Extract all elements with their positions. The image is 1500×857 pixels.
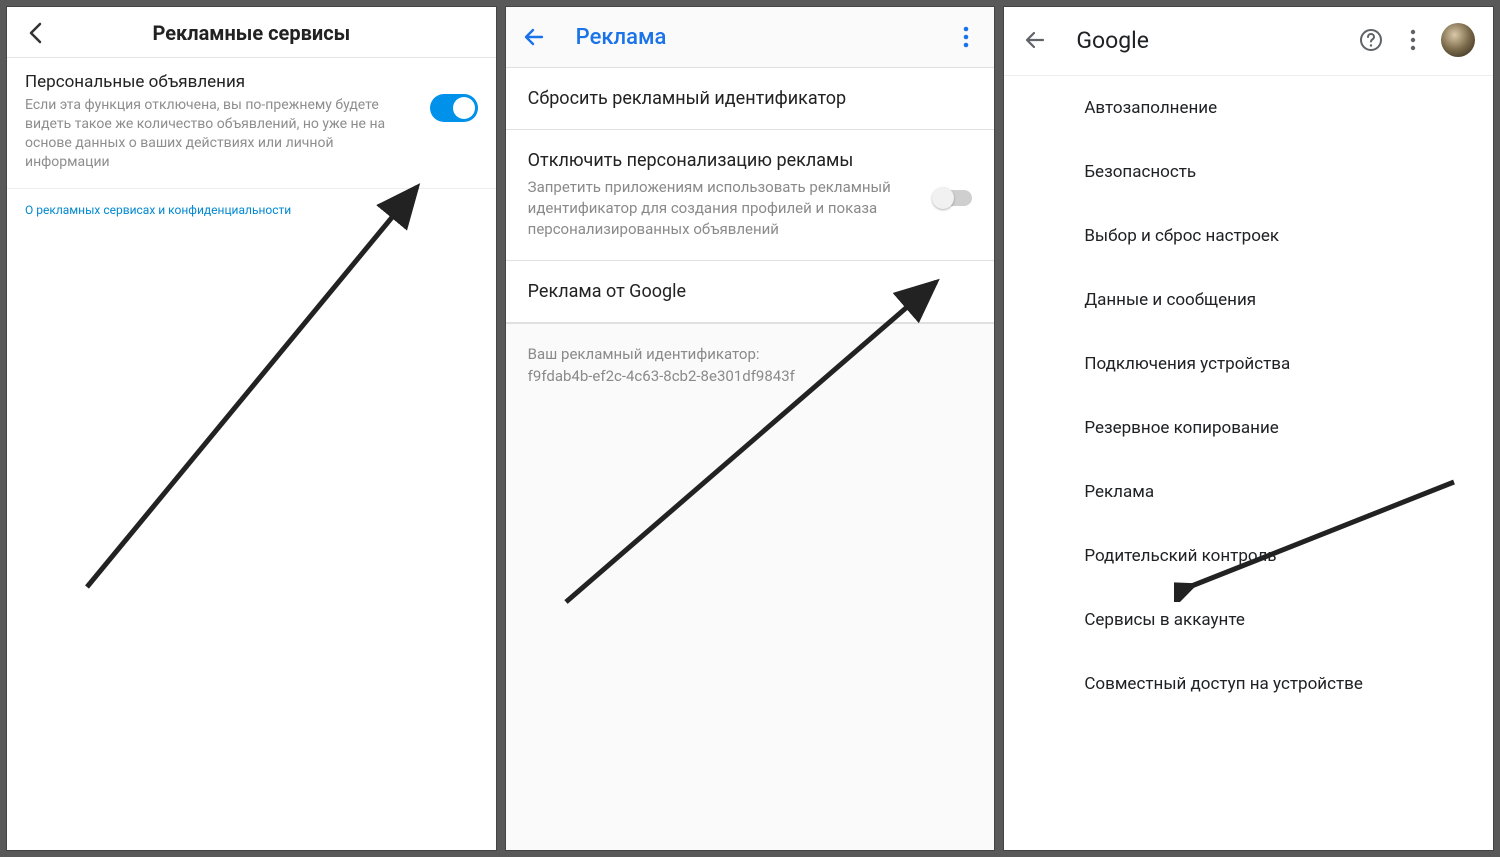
list-item-autofill[interactable]: Автозаполнение (1004, 76, 1493, 140)
list-item-ads[interactable]: Реклама (1004, 460, 1493, 524)
back-button[interactable] (1022, 27, 1048, 53)
about-ad-services-link[interactable]: О рекламных сервисах и конфиденциальност… (7, 189, 496, 231)
optout-toggle[interactable] (934, 190, 972, 206)
personal-ads-desc: Если эта функция отключена, вы по-прежне… (25, 96, 418, 172)
google-ads-label: Реклама от Google (528, 281, 973, 302)
optout-title: Отключить персонализацию рекламы (528, 150, 923, 171)
arrow-left-icon (1023, 28, 1047, 52)
list-item-security[interactable]: Безопасность (1004, 140, 1493, 204)
more-vert-icon (1410, 29, 1416, 51)
header-bar: Google (1004, 7, 1493, 76)
optout-desc: Запретить приложениям использовать рекла… (528, 177, 923, 240)
help-button[interactable] (1357, 26, 1385, 54)
account-avatar[interactable] (1441, 23, 1475, 57)
list-item-data-messages[interactable]: Данные и сообщения (1004, 268, 1493, 332)
optout-personalization-row[interactable]: Отключить персонализацию рекламы Запрети… (506, 129, 995, 261)
ad-id-label: Ваш рекламный идентификатор: (528, 345, 760, 363)
page-title: Реклама (576, 25, 953, 50)
page-title: Google (1076, 27, 1343, 54)
more-button[interactable] (952, 23, 980, 51)
header-bar: Рекламные сервисы (7, 7, 496, 58)
reset-ad-id-label: Сбросить рекламный идентификатор (528, 88, 973, 109)
list-item-reset[interactable]: Выбор и сброс настроек (1004, 204, 1493, 268)
google-ads-row[interactable]: Реклама от Google (506, 260, 995, 323)
personal-ads-title: Персональные объявления (25, 72, 418, 92)
help-icon (1359, 28, 1383, 52)
back-button[interactable] (520, 23, 548, 51)
list-item-device-conn[interactable]: Подключения устройства (1004, 332, 1493, 396)
list-item-parental[interactable]: Родительский контроль (1004, 524, 1493, 588)
reset-ad-id-row[interactable]: Сбросить рекламный идентификатор (506, 67, 995, 130)
more-button[interactable] (1399, 26, 1427, 54)
personal-ads-row[interactable]: Персональные объявления Если эта функция… (7, 58, 496, 189)
more-vert-icon (963, 26, 969, 48)
arrow-left-icon (522, 25, 546, 49)
screen-ads-settings: Реклама Сбросить рекламный идентификатор… (505, 6, 996, 851)
annotation-arrow (77, 167, 437, 597)
page-title: Рекламные сервисы (23, 21, 480, 45)
ad-id-value: f9fdab4b-ef2c-4c63-8cb2-8e301df9843f (528, 367, 795, 385)
screen-google-settings: Google Автозаполнение Безопасность Выбор… (1003, 6, 1494, 851)
screen-ad-services: Рекламные сервисы Персональные объявлени… (6, 6, 497, 851)
list-item-backup[interactable]: Резервное копирование (1004, 396, 1493, 460)
list-item-account-svcs[interactable]: Сервисы в аккаунте (1004, 588, 1493, 652)
ad-id-info: Ваш рекламный идентификатор: f9fdab4b-ef… (506, 323, 995, 408)
list-item-sharing[interactable]: Совместный доступ на устройстве (1004, 652, 1493, 716)
header-bar: Реклама (506, 7, 995, 67)
personal-ads-toggle[interactable] (430, 94, 478, 122)
